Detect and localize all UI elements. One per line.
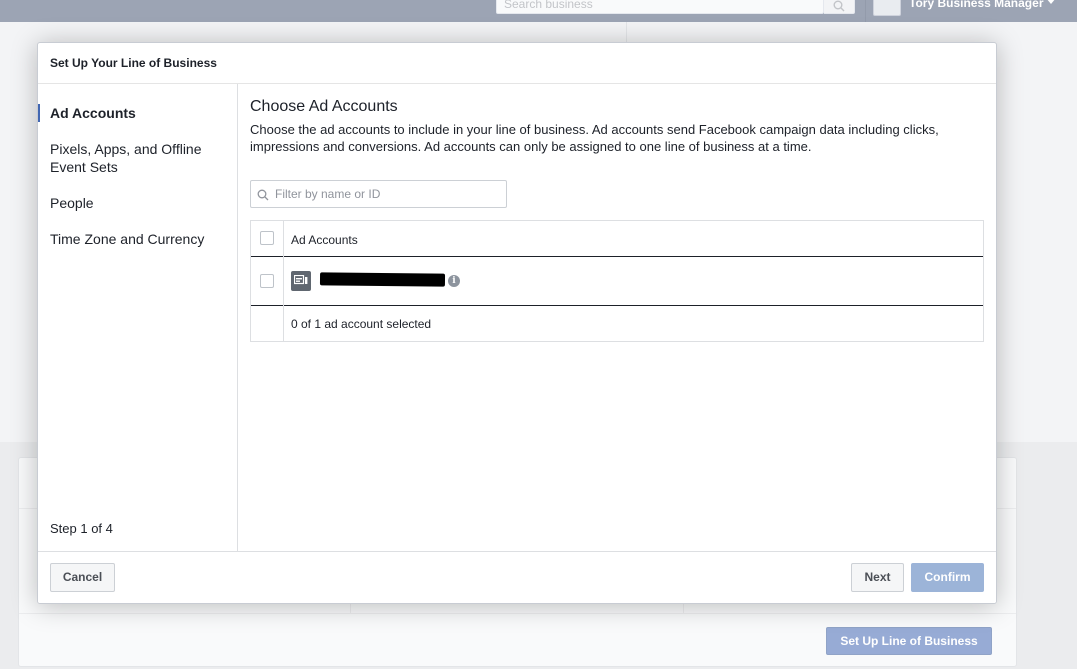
row-checkbox[interactable] — [260, 274, 274, 288]
dialog-main: Choose Ad Accounts Choose the ad account… — [238, 84, 996, 551]
table-footer: 0 of 1 ad account selected — [251, 306, 983, 341]
ad-accounts-table: Ad Accounts i 0 of 1 ad account selected — [250, 220, 984, 342]
info-icon[interactable]: i — [448, 275, 460, 287]
column-header-ad-accounts: Ad Accounts — [291, 233, 358, 247]
selection-count: 0 of 1 ad account selected — [291, 317, 432, 331]
sidebar-item-pixels-apps[interactable]: Pixels, Apps, and Offline Event Sets — [38, 140, 237, 176]
filter-input[interactable] — [275, 181, 503, 207]
ad-account-name-redacted — [319, 272, 446, 287]
table-column-divider — [283, 221, 284, 341]
filter-field[interactable] — [250, 180, 507, 208]
ad-account-icon — [291, 271, 311, 291]
select-all-checkbox[interactable] — [260, 231, 274, 245]
section-description: Choose the ad accounts to include in you… — [250, 122, 939, 154]
setup-line-of-business-dialog: Set Up Your Line of Business Ad Accounts… — [37, 42, 997, 604]
search-icon — [257, 189, 269, 201]
next-button[interactable]: Next — [851, 563, 904, 592]
sidebar-item-ad-accounts[interactable]: Ad Accounts — [38, 104, 237, 122]
section-title: Choose Ad Accounts — [250, 98, 398, 115]
sidebar-item-people[interactable]: People — [38, 194, 237, 212]
dialog-title: Set Up Your Line of Business — [50, 56, 217, 70]
step-indicator: Step 1 of 4 — [50, 521, 113, 536]
sidebar-item-time-zone-currency[interactable]: Time Zone and Currency — [38, 230, 237, 248]
table-header: Ad Accounts — [251, 221, 983, 257]
confirm-button[interactable]: Confirm — [911, 563, 984, 592]
cancel-button[interactable]: Cancel — [50, 563, 115, 592]
dialog-sidebar: Ad Accounts Pixels, Apps, and Offline Ev… — [38, 84, 238, 551]
table-row[interactable]: i — [251, 257, 983, 306]
dialog-header: Set Up Your Line of Business — [38, 43, 996, 84]
dialog-footer: Cancel Next Confirm — [38, 551, 996, 603]
